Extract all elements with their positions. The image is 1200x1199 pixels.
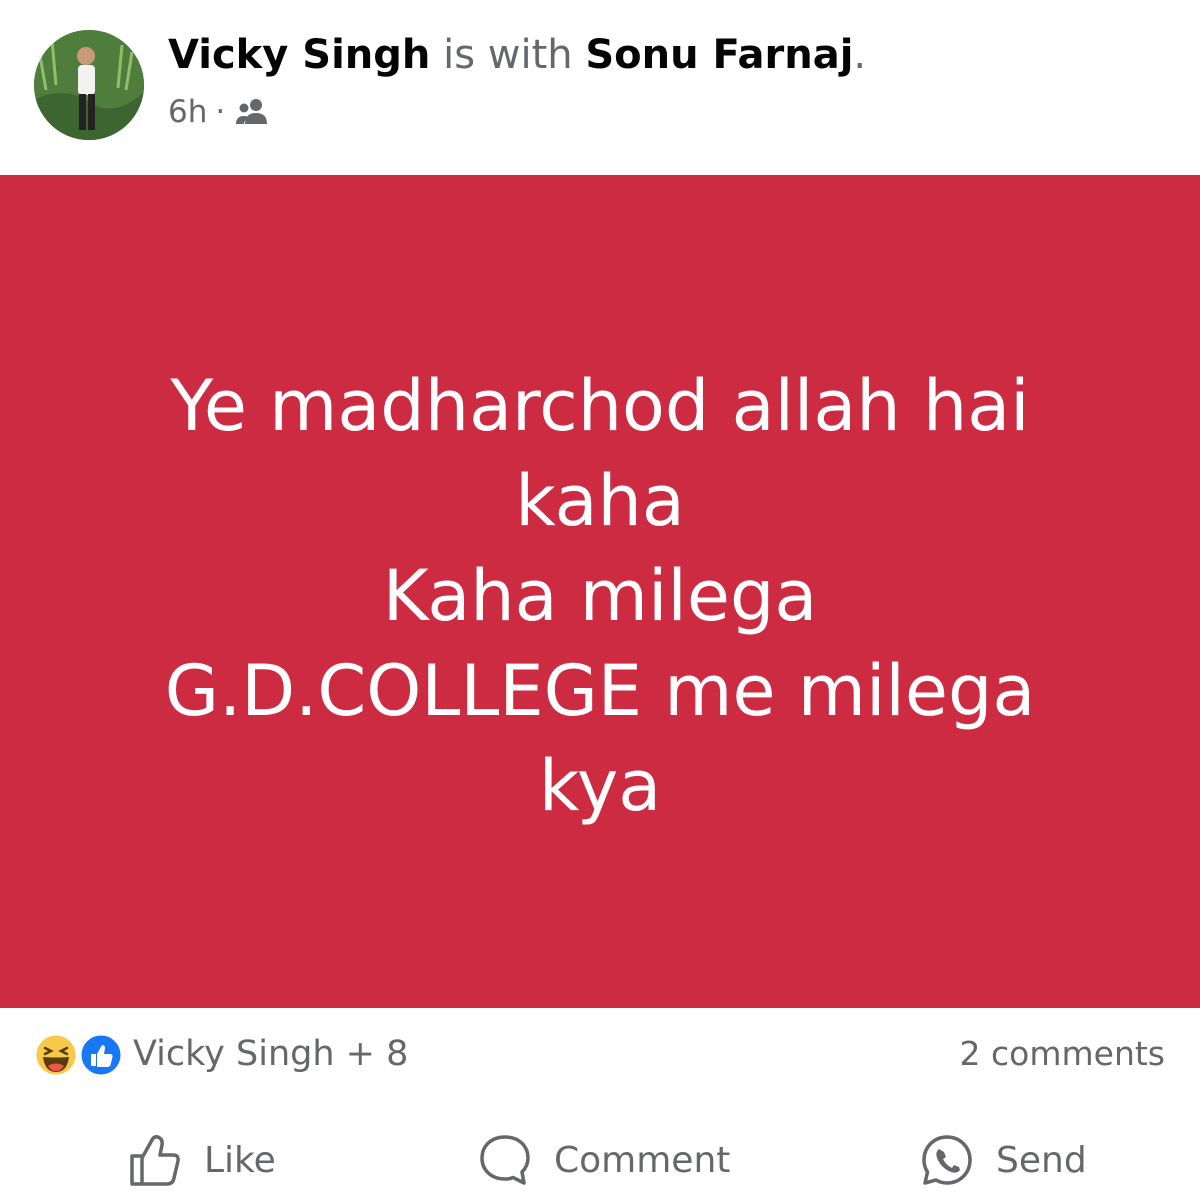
like-button[interactable]: Like xyxy=(128,1128,276,1192)
reaction-icons[interactable] xyxy=(33,1032,125,1078)
post-title-line: Vicky Singh is with Sonu Farnaj. xyxy=(168,30,866,80)
title-period: . xyxy=(853,32,867,78)
post-text-line: Kaha milega xyxy=(382,555,818,637)
author-name[interactable]: Vicky Singh xyxy=(168,32,430,78)
comment-button[interactable]: Comment xyxy=(478,1128,730,1192)
post-text-line: kya xyxy=(538,745,662,827)
reactors-summary[interactable]: Vicky Singh + 8 xyxy=(133,1030,408,1078)
like-label: Like xyxy=(204,1139,276,1181)
author-avatar[interactable] xyxy=(34,30,144,140)
post-text-line: Ye madharchod allah hai xyxy=(170,365,1030,447)
comments-count[interactable]: 2 comments xyxy=(960,1030,1165,1078)
send-button[interactable]: Send xyxy=(920,1128,1087,1192)
post-text-line: kaha xyxy=(515,460,685,542)
with-connector: is with xyxy=(443,32,573,78)
meta-separator: · xyxy=(215,94,226,130)
comment-label: Comment xyxy=(554,1139,731,1181)
post-text: Ye madharchod allah hai kaha Kaha milega… xyxy=(100,349,1100,834)
avatar-photo xyxy=(34,30,144,140)
whatsapp-icon xyxy=(922,1135,972,1185)
like-icon xyxy=(78,1032,124,1078)
tagged-name[interactable]: Sonu Farnaj xyxy=(585,32,853,78)
post-background[interactable]: Ye madharchod allah hai kaha Kaha milega… xyxy=(0,175,1200,1008)
post-time[interactable]: 6h xyxy=(168,92,207,132)
friends-icon[interactable] xyxy=(235,97,269,127)
thumbs-up-icon xyxy=(130,1135,180,1186)
post-header xyxy=(0,0,1200,175)
post-meta: 6h · xyxy=(168,92,269,132)
haha-icon xyxy=(33,1032,79,1078)
comment-icon xyxy=(480,1135,530,1185)
send-label: Send xyxy=(996,1139,1087,1181)
post-text-line: G.D.COLLEGE me milega xyxy=(164,650,1036,732)
